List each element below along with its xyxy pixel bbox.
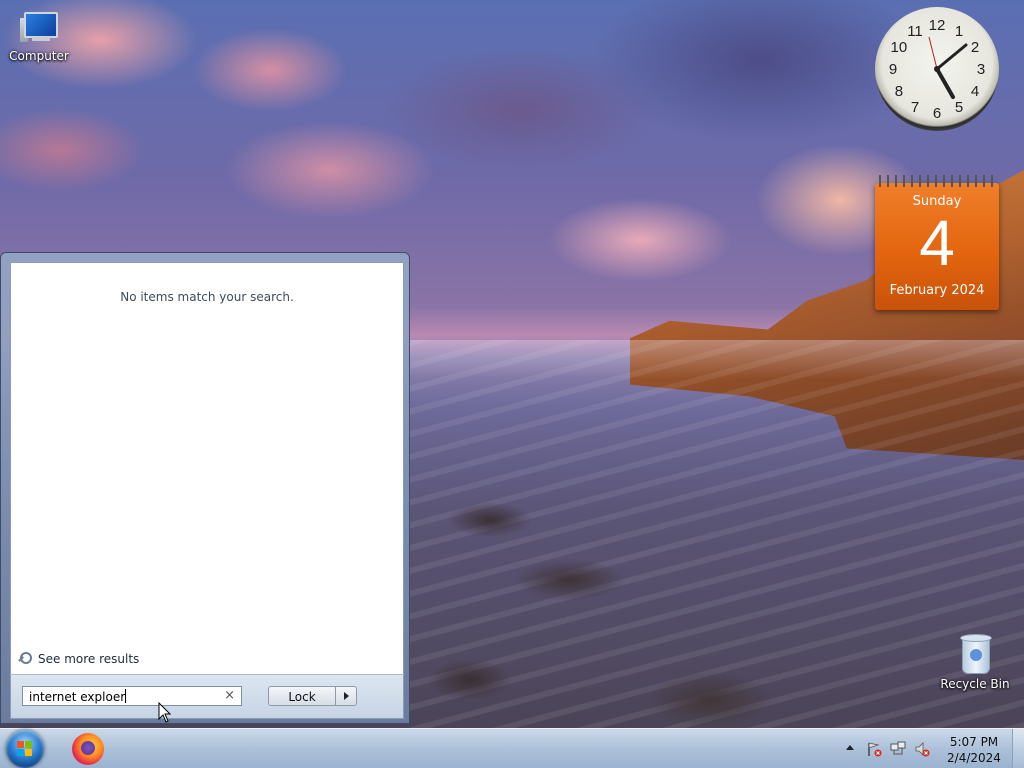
clear-search-icon[interactable]: × — [224, 688, 235, 703]
minute-hand — [935, 43, 968, 71]
clock-number: 4 — [971, 83, 979, 100]
calendar-gadget[interactable]: Sunday 4 February 2024 — [875, 175, 999, 310]
clock-face: 12 12 3 45678 9 1011 — [889, 17, 985, 122]
see-more-results-label: See more results — [38, 652, 140, 666]
search-results-pane: No items match your search. See more res… — [10, 262, 404, 675]
desktop-icon-label: Computer — [9, 49, 69, 63]
clock-number: 12 — [929, 17, 946, 34]
no-results-message: No items match your search. — [120, 290, 294, 304]
clock-number: 11 — [907, 23, 923, 40]
clock-number: 3 — [977, 61, 985, 78]
action-center-icon[interactable] — [866, 741, 882, 757]
clock-number: 7 — [911, 99, 919, 116]
start-search-input[interactable]: internet exploer × — [22, 686, 242, 706]
taskbar: 5:07 PM 2/4/2024 — [0, 728, 1024, 768]
clock-number: 2 — [971, 39, 979, 56]
taskbar-date: 2/4/2024 — [947, 751, 1001, 765]
firefox-taskbar-icon[interactable] — [72, 733, 104, 765]
recycle-bin-icon — [959, 632, 992, 674]
taskbar-time: 5:07 PM — [949, 735, 999, 749]
start-menu: No items match your search. See more res… — [0, 252, 410, 724]
hour-hand — [935, 67, 955, 99]
clock-number: 10 — [891, 39, 908, 56]
see-more-results-link[interactable]: See more results — [18, 652, 139, 666]
desktop-icon-computer[interactable]: Computer — [4, 10, 74, 63]
desktop-icon-label: Recycle Bin — [940, 677, 1010, 691]
windows-logo-icon — [17, 741, 33, 757]
second-hand — [928, 36, 938, 70]
clock-number: 6 — [933, 105, 941, 122]
calendar-rings — [879, 175, 995, 187]
network-icon[interactable] — [890, 741, 906, 757]
computer-icon — [20, 10, 58, 46]
clock-number: 9 — [889, 61, 897, 78]
clock-number: 1 — [955, 23, 963, 40]
show-hidden-icons-button[interactable] — [846, 745, 854, 750]
clock-gadget[interactable]: 12 1 2 3 4 5 6 7 8 9 10 11 — [875, 7, 999, 131]
clock-number: 8 — [895, 83, 903, 100]
taskbar-clock[interactable]: 5:07 PM 2/4/2024 — [940, 734, 1008, 766]
text-caret — [125, 689, 127, 703]
show-desktop-button[interactable] — [1012, 729, 1024, 768]
volume-muted-icon[interactable] — [914, 741, 930, 757]
mouse-cursor-icon — [158, 702, 172, 723]
search-icon — [18, 652, 32, 666]
start-button[interactable] — [6, 730, 44, 768]
calendar-day-number: 4 — [919, 207, 955, 279]
desktop-icon-recycle-bin[interactable]: Recycle Bin — [940, 632, 1010, 691]
power-options-arrow-button[interactable] — [335, 686, 357, 706]
lock-button[interactable]: Lock — [268, 686, 336, 706]
clock-number: 5 — [955, 99, 963, 116]
calendar-page: Sunday 4 February 2024 — [875, 183, 999, 310]
wallpaper-rocks — [410, 460, 830, 728]
search-input-text: internet exploer — [29, 690, 126, 704]
calendar-month-year: February 2024 — [889, 283, 985, 298]
start-menu-bottom-bar: internet exploer × Lock — [10, 674, 404, 719]
